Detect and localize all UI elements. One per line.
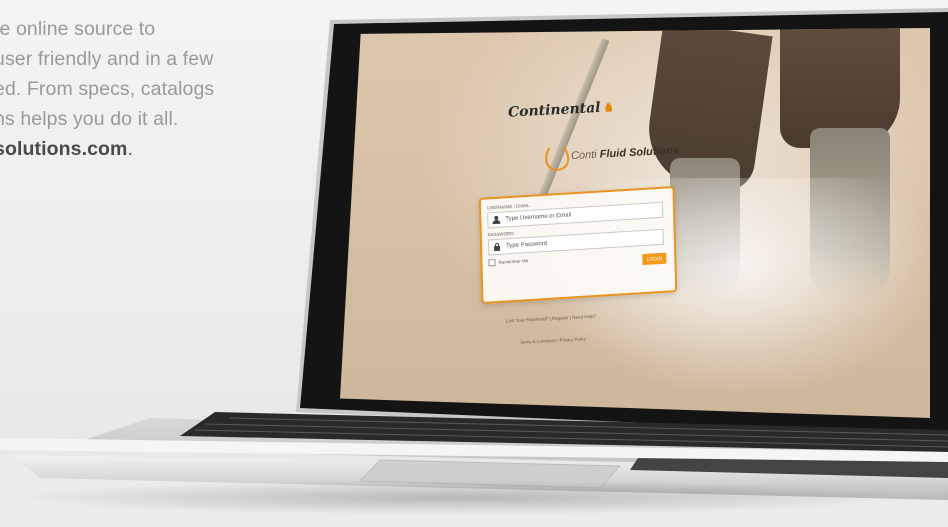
- user-icon: [492, 216, 500, 224]
- laptop-screen: Continental♞ Conti Fluid Solutions USERN…: [340, 28, 930, 418]
- fluid-logo-text: Conti Fluid Solutions: [571, 144, 680, 162]
- password-placeholder: Type Password: [505, 240, 548, 250]
- horse-icon: ♞: [602, 100, 614, 115]
- fluid-logo-name: Fluid Solutions: [599, 144, 680, 161]
- remember-me[interactable]: Remember Me: [488, 257, 529, 267]
- laptop-shadow: [10, 480, 910, 515]
- login-button[interactable]: LOGIN: [642, 252, 667, 266]
- password-label: PASSWORD: [487, 230, 514, 238]
- password-input[interactable]: Type Password: [487, 228, 664, 256]
- fluid-logo-prefix: Conti: [570, 148, 598, 163]
- username-placeholder: Type Username or Email: [505, 212, 572, 223]
- login-panel: USERNAME / EMAIL Type Username or Email …: [478, 186, 678, 304]
- drop-icon: [544, 142, 570, 172]
- remember-label: Remember Me: [498, 258, 529, 265]
- laptop-image: Continental♞ Conti Fluid Solutions USERN…: [0, 0, 948, 527]
- lock-icon: [493, 243, 501, 251]
- remember-checkbox[interactable]: [488, 259, 496, 267]
